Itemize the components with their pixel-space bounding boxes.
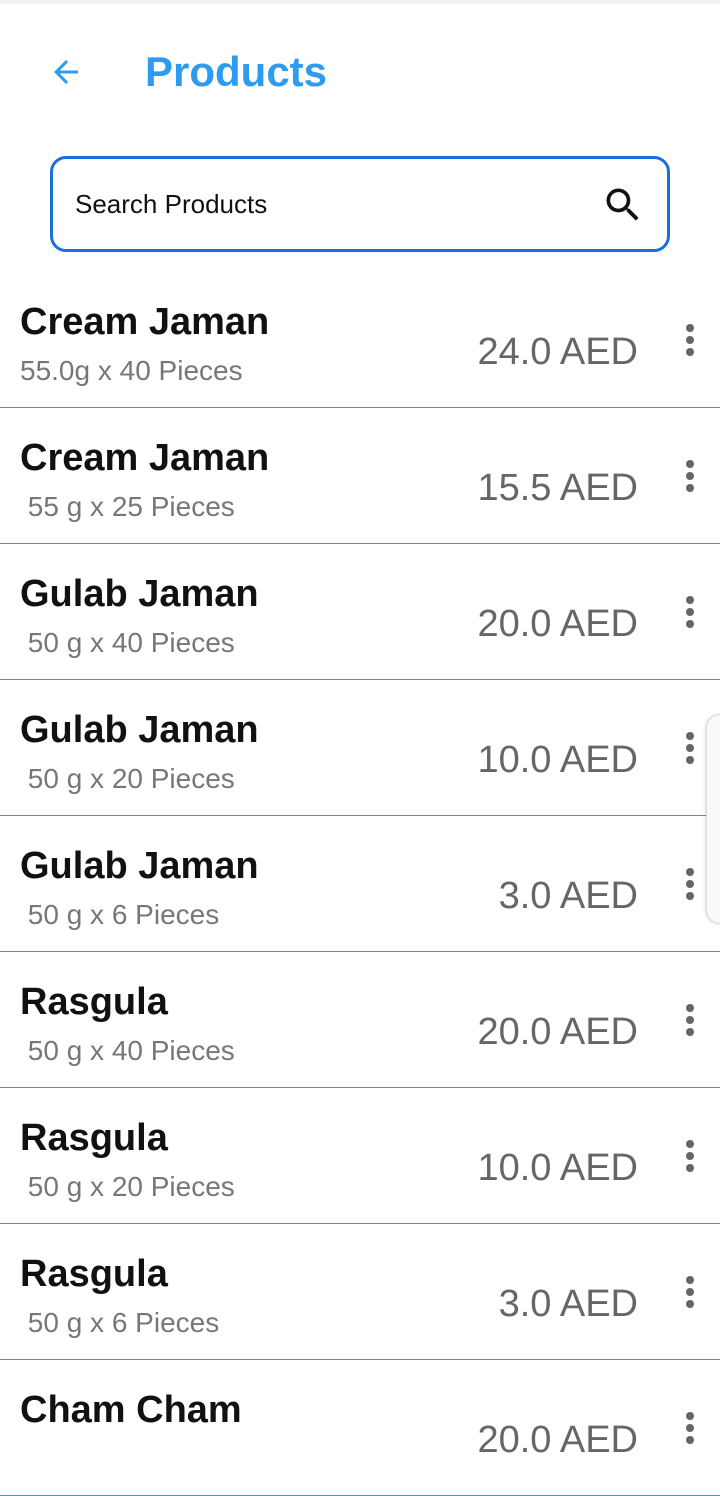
product-name: Cream Jaman [20,437,270,479]
product-row[interactable]: Cream Jaman 55 g x 25 Pieces 15.5 AED [0,408,720,544]
product-price: 10.0 AED [477,739,638,781]
product-price: 20.0 AED [477,1011,638,1053]
product-row[interactable]: Gulab Jaman 50 g x 20 Pieces 10.0 AED [0,680,720,816]
product-row[interactable]: Gulab Jaman 50 g x 6 Pieces 3.0 AED [0,816,720,952]
product-description: 50 g x 20 Pieces [20,1171,235,1202]
product-name: Cham Cham [20,1389,242,1431]
product-price: 10.0 AED [477,1147,638,1189]
more-vertical-icon [686,1004,694,1036]
arrow-left-icon [54,60,78,84]
product-description: 50 g x 6 Pieces [20,1307,220,1338]
row-menu-button[interactable] [670,320,710,360]
product-list: Cream Jaman 55.0g x 40 Pieces 24.0 AED Crea… [0,272,720,1496]
more-vertical-icon [686,460,694,492]
product-row[interactable]: Cream Jaman 55.0g x 40 Pieces 24.0 AED [0,272,720,408]
product-name: Rasgula [20,1117,168,1159]
edge-panel-handle[interactable] [706,714,720,924]
product-name: Gulab Jaman [20,573,259,615]
product-price: 15.5 AED [477,467,638,509]
product-price: 20.0 AED [477,1419,638,1461]
search-box[interactable] [50,156,670,252]
product-price: 20.0 AED [477,603,638,645]
product-price: 3.0 AED [498,1283,638,1325]
product-name: Gulab Jaman [20,709,259,751]
product-description: 50 g x 20 Pieces [20,763,235,794]
product-price: 24.0 AED [477,331,638,373]
product-description: 55 g x 25 Pieces [20,491,235,522]
product-name: Cream Jaman [20,301,270,343]
product-description: 50 g x 40 Pieces [20,1035,235,1066]
product-row[interactable]: Rasgula 50 g x 6 Pieces 3.0 AED [0,1224,720,1360]
back-button[interactable] [38,44,94,100]
page-title: Products [145,48,328,95]
product-name: Gulab Jaman [20,845,259,887]
product-row[interactable]: Gulab Jaman 50 g x 40 Pieces 20.0 AED [0,544,720,680]
product-row[interactable]: Rasgula 50 g x 20 Pieces 10.0 AED [0,1088,720,1224]
row-menu-button[interactable] [670,592,710,632]
more-vertical-icon [686,596,694,628]
product-row[interactable]: Rasgula 50 g x 40 Pieces 20.0 AED [0,952,720,1088]
more-vertical-icon [686,1140,694,1172]
row-menu-button[interactable] [670,864,710,904]
search-input[interactable] [75,159,575,249]
app-bar: Products [0,4,720,140]
row-menu-button[interactable] [670,1136,710,1176]
product-description: 50 g x 6 Pieces [20,899,220,930]
product-description: 55.0g x 40 Pieces [20,355,243,386]
more-vertical-icon [686,1276,694,1308]
row-menu-button[interactable] [670,1272,710,1312]
row-menu-button[interactable] [670,456,710,496]
product-description: 50 g x 40 Pieces [20,627,235,658]
more-vertical-icon [686,868,694,900]
product-name: Rasgula [20,981,168,1023]
more-vertical-icon [686,1412,694,1444]
product-row[interactable]: Cham Cham 20.0 AED [0,1360,720,1496]
row-menu-button[interactable] [670,728,710,768]
product-name: Rasgula [20,1253,168,1295]
row-menu-button[interactable] [670,1408,710,1448]
product-price: 3.0 AED [498,875,638,917]
more-vertical-icon [686,324,694,356]
more-vertical-icon [686,732,694,764]
row-menu-button[interactable] [670,1000,710,1040]
search-icon[interactable] [601,183,645,227]
